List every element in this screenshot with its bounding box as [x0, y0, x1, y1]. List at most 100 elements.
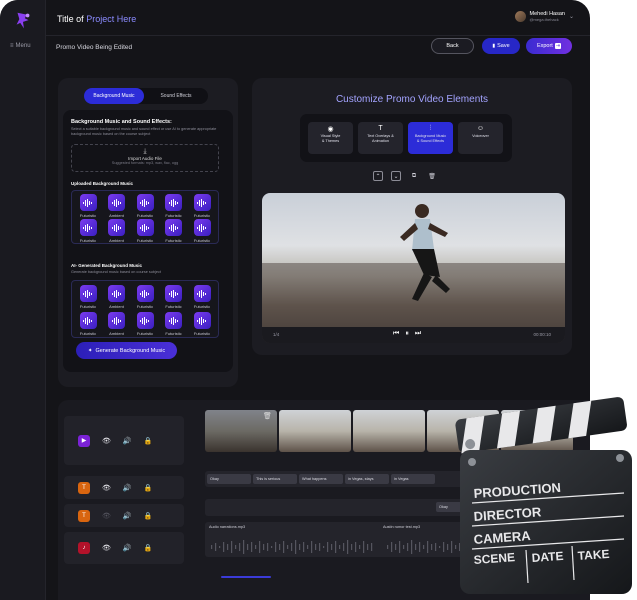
music-tile[interactable]: Futuristic — [75, 312, 101, 336]
clapper-line: DATE — [531, 549, 564, 565]
tab-sound-effects[interactable]: Sound Effects — [144, 88, 208, 104]
menu-button[interactable]: ≡ Menu — [10, 43, 31, 49]
option-visual-style[interactable]: ◉ Visual Style & Themes — [308, 122, 353, 154]
user-profile[interactable]: Mehedi Hasan @mega.thehack ⌄ — [514, 11, 574, 22]
music-tile[interactable]: Futuristic — [161, 194, 187, 218]
move-up-icon[interactable]: ⌃ — [373, 171, 383, 181]
video-edit-controls: ⌃ ⌄ ⧉ 🗑 — [373, 171, 437, 181]
music-tile[interactable]: Ambient — [104, 194, 130, 218]
next-icon[interactable]: ⏭ — [415, 330, 421, 338]
music-tile-label: Futuristic — [136, 331, 154, 336]
uploaded-heading: Uploaded Background Music — [71, 181, 134, 186]
music-tile[interactable]: Futuristic — [132, 285, 158, 309]
lock-icon[interactable]: 🔒 — [144, 437, 153, 445]
music-tile[interactable]: Futuristic — [75, 194, 101, 218]
customize-title-a: Customize Promo — [335, 94, 416, 105]
lock-icon[interactable]: 🔒 — [144, 484, 153, 492]
music-tile-label: Futuristic — [136, 304, 154, 309]
lock-icon[interactable]: 🔒 — [144, 512, 153, 520]
music-note-icon[interactable]: ♪ — [78, 542, 90, 554]
music-tile[interactable]: Futuristic — [161, 285, 187, 309]
audio-clip-label: Austin rumor test.mp3 — [383, 525, 421, 529]
caption-clip[interactable]: This is serious — [253, 474, 297, 484]
export-label: Export — [536, 43, 553, 49]
move-down-icon[interactable]: ⌄ — [391, 171, 401, 181]
music-tile[interactable]: Futuristic — [189, 219, 215, 243]
lock-icon[interactable]: 🔒 — [144, 544, 153, 552]
trash-icon[interactable]: 🗑 — [263, 412, 272, 420]
music-panel: Background Music Sound Effects Backgroun… — [58, 78, 238, 387]
trash-icon[interactable]: 🗑 — [427, 171, 437, 181]
project-title: Title of Project Here — [57, 14, 136, 24]
sub-bar: Promo Video Being Edited Back ▮ Save Exp… — [46, 36, 590, 64]
music-tile[interactable]: Futuristic — [189, 194, 215, 218]
music-tile-label: Futuristic — [79, 213, 97, 218]
music-tile-label: Ambient — [109, 331, 124, 336]
avatar — [514, 11, 526, 22]
music-tile[interactable]: Futuristic — [132, 312, 158, 336]
volume-icon[interactable]: 🔊 — [123, 484, 132, 492]
option-label: Animation — [372, 138, 389, 143]
music-tile[interactable]: Futuristic — [161, 312, 187, 336]
audio-wave-icon — [165, 219, 182, 236]
volume-icon[interactable]: 🔊 — [123, 437, 132, 445]
music-tile[interactable]: Futuristic — [132, 194, 158, 218]
music-tile-label: Ambient — [109, 213, 124, 218]
music-tile-label: Futuristic — [136, 238, 154, 243]
visibility-icon[interactable]: 👁 — [102, 484, 111, 492]
generate-music-button[interactable]: ✦ Generate Background Music — [76, 342, 177, 359]
logo-icon[interactable] — [12, 10, 34, 32]
video-counter: 1/4 — [273, 332, 280, 337]
user-email: @mega.thehack — [529, 17, 559, 22]
timeline-scrollbar[interactable] — [221, 576, 271, 578]
playback-controls: ⏮ ⏸ ⏭ — [393, 330, 421, 338]
music-tile[interactable]: Futuristic — [75, 285, 101, 309]
text-track-icon[interactable]: T — [78, 481, 90, 494]
caption-clip[interactable]: What happens — [299, 474, 343, 484]
music-tile[interactable]: Ambient — [104, 219, 130, 243]
back-button[interactable]: Back — [431, 38, 474, 54]
music-tile[interactable]: Ambient — [104, 312, 130, 336]
option-background-music[interactable]: ⫶ Background Music & Sound Effects — [408, 122, 453, 154]
audio-wave-icon — [108, 219, 125, 236]
page-title: Promo Video Being Edited — [56, 44, 133, 51]
duplicate-icon[interactable]: ⧉ — [409, 171, 419, 181]
music-tile[interactable]: Futuristic — [189, 285, 215, 309]
text-track-icon[interactable]: T — [78, 509, 90, 522]
visibility-icon[interactable]: 👁 — [102, 512, 111, 520]
music-description: Select a suitable background music and s… — [71, 127, 217, 136]
caption-clip[interactable]: in Vegas — [391, 474, 435, 484]
volume-icon[interactable]: 🔊 — [123, 512, 132, 520]
music-tile[interactable]: Futuristic — [161, 219, 187, 243]
import-audio-dropzone[interactable]: ⤓ Import Audio File Suggested formats: m… — [71, 144, 219, 172]
ai-music-grid: Futuristic Ambient Futuristic Futuristic Fut… — [71, 280, 219, 338]
caption-clip[interactable]: in Vegas, stays — [345, 474, 389, 484]
option-text-overlays[interactable]: T Text Overlays & Animation — [358, 122, 403, 154]
caption-clip[interactable]: Okay — [207, 474, 251, 484]
music-tile-label: Futuristic — [193, 331, 211, 336]
music-tile[interactable]: Futuristic — [75, 219, 101, 243]
music-tile[interactable]: Ambient — [104, 285, 130, 309]
export-button[interactable]: Export ⇥ — [526, 38, 572, 54]
export-icon: ⇥ — [554, 43, 562, 49]
visibility-icon[interactable]: 👁 — [102, 544, 111, 552]
audio-wave-icon — [79, 285, 97, 302]
music-tile[interactable]: Futuristic — [132, 219, 158, 243]
tab-background-music[interactable]: Background Music — [84, 88, 144, 104]
audio-wave-icon — [165, 312, 182, 329]
video-clip[interactable] — [353, 410, 425, 452]
eye-icon: ◉ — [327, 126, 334, 133]
play-icon[interactable]: ▶ — [78, 434, 90, 447]
music-tile[interactable]: Futuristic — [189, 312, 215, 336]
customize-title-b: Video Elements — [415, 94, 489, 105]
option-voiceover[interactable]: ☺ Voiceover — [458, 122, 503, 154]
music-tile-label: Futuristic — [165, 238, 182, 243]
save-button[interactable]: ▮ Save — [482, 38, 520, 54]
visibility-icon[interactable]: 👁 — [102, 437, 111, 445]
pause-icon[interactable]: ⏸ — [405, 330, 409, 338]
option-label: & Sound Effects — [416, 138, 445, 143]
video-preview[interactable]: 1/4 ⏮ ⏸ ⏭ 00:00:10 — [262, 193, 565, 343]
volume-icon[interactable]: 🔊 — [123, 544, 132, 552]
video-clip[interactable] — [279, 410, 351, 452]
previous-icon[interactable]: ⏮ — [393, 330, 399, 338]
